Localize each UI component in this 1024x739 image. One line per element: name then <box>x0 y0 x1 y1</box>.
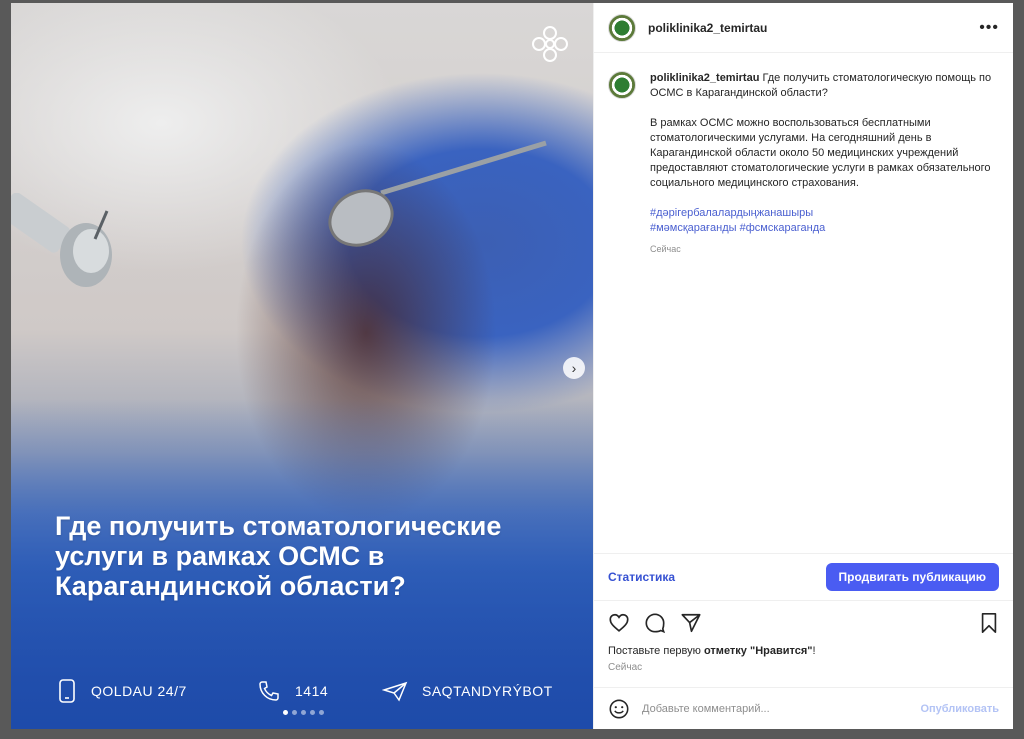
statistics-link[interactable]: Статистика <box>608 570 675 584</box>
carousel-dot <box>319 710 324 715</box>
next-slide-button[interactable]: › <box>563 357 585 379</box>
publish-button[interactable]: Опубликовать <box>920 703 999 715</box>
post-media[interactable]: Где получить стоматологические услуги в … <box>11 3 593 729</box>
post-side-panel: poliklinika2_temirtau ••• poliklinika2_t… <box>593 3 1013 729</box>
hashtag-link[interactable]: #дәрігербалалардыңжанашыры <box>650 206 999 221</box>
add-comment-bar: Опубликовать <box>594 687 1013 729</box>
caption-area: poliklinika2_temirtau Где получить стома… <box>594 53 1013 553</box>
heart-icon[interactable] <box>608 612 630 634</box>
contact-label: QOLDAU 24/7 <box>91 683 187 699</box>
contact-label: SAQTANDYRÝBOT <box>422 683 553 699</box>
avatar[interactable] <box>608 13 636 42</box>
carousel-dot <box>310 710 315 715</box>
handset-icon <box>259 681 279 701</box>
promo-bar: Статистика Продвигать публикацию <box>594 553 1013 601</box>
phone-icon <box>59 679 75 703</box>
hashtag-link[interactable]: #мәмсқарағанды #фсмскараганда <box>650 221 999 236</box>
post-header: poliklinika2_temirtau ••• <box>594 3 1013 53</box>
chevron-right-icon: › <box>571 360 577 376</box>
send-icon <box>382 681 408 702</box>
hashtags: #дәрігербалалардыңжанашыры #мәмсқарағанд… <box>650 206 999 236</box>
account-username[interactable]: poliklinika2_temirtau <box>648 21 767 35</box>
contact-label: 1414 <box>295 683 329 699</box>
caption-username[interactable]: poliklinika2_temirtau <box>650 72 759 84</box>
media-contacts: QOLDAU 24/7 1414 SAQTANDYRÝBOT <box>57 679 567 703</box>
likes-prefix: Поставьте первую <box>608 645 701 657</box>
share-icon[interactable] <box>680 612 702 634</box>
promote-button[interactable]: Продвигать публикацию <box>825 563 999 591</box>
bookmark-icon[interactable] <box>979 612 999 634</box>
comment-input[interactable] <box>642 702 921 715</box>
likes-suffix: ! <box>812 645 816 657</box>
carousel-dot-active <box>283 710 288 715</box>
contact-qoldau: QOLDAU 24/7 <box>57 679 257 703</box>
caption-time: Сейчас <box>650 244 681 254</box>
carousel-dots <box>283 710 324 715</box>
action-bar <box>594 601 1013 645</box>
dental-drill-image <box>11 193 112 287</box>
comment-icon[interactable] <box>644 612 666 634</box>
more-horizontal-icon[interactable]: ••• <box>979 19 999 37</box>
media-headline: Где получить стоматологические услуги в … <box>55 511 502 601</box>
carousel-dot <box>301 710 306 715</box>
post-time: Сейчас <box>608 662 643 673</box>
avatar[interactable] <box>608 71 636 99</box>
contact-hotline: 1414 <box>257 679 382 703</box>
likes-summary: Поставьте первую отметку "Нравится"! <box>594 645 1013 657</box>
emoji-icon[interactable] <box>608 698 630 720</box>
post-modal: Где получить стоматологические услуги в … <box>11 3 1013 729</box>
brand-logo-icon <box>532 26 568 62</box>
carousel-dot <box>292 710 297 715</box>
contact-bot: SAQTANDYRÝBOT <box>382 680 553 702</box>
caption-row: poliklinika2_temirtau Где получить стома… <box>608 71 999 257</box>
caption-paragraph: В рамках ОСМС можно воспользоваться бесп… <box>650 117 991 189</box>
caption-body: poliklinika2_temirtau Где получить стома… <box>650 71 999 257</box>
caption-first-line: poliklinika2_temirtau Где получить стома… <box>650 71 999 101</box>
likes-emphasis[interactable]: отметку "Нравится" <box>704 645 813 657</box>
dental-mirror-image <box>328 140 547 247</box>
